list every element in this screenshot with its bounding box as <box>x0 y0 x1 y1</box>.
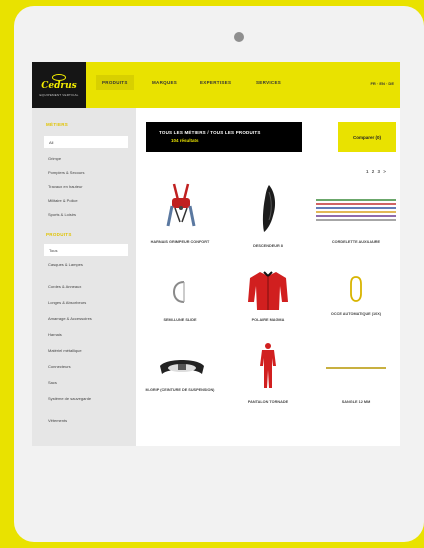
nav-produits[interactable]: PRODUITS <box>96 75 134 90</box>
product-name: CORDELETTE AUXILIAIRE <box>331 240 381 244</box>
results-breadcrumb: TOUS LES MÉTIERS / TOUS LES PRODUITS <box>159 130 261 135</box>
produit-filter-item[interactable]: Longes & Absorbeurs <box>48 300 128 306</box>
produits-heading: PRODUITS <box>46 232 72 237</box>
produit-filter-item[interactable]: Matériel métallique <box>48 348 128 354</box>
product-card[interactable]: POLAIRE MAGMA <box>224 262 312 342</box>
top-navigation: Cedrus EQUIPEMENT VERTICAL PRODUITS MARQ… <box>32 62 400 108</box>
strap-icon <box>326 367 386 369</box>
metiers-heading: MÉTIERS <box>46 122 69 127</box>
product-name: HARNAIS GRIMPEUR CONFORT <box>150 240 210 244</box>
harness-icon <box>166 183 196 227</box>
produit-filter-item[interactable]: Vêtements <box>48 418 128 424</box>
metier-filter-item[interactable]: Travaux en hauteur <box>48 184 128 190</box>
product-name: M-GRIP (CEINTURE DE SUSPENSION) <box>145 388 215 392</box>
metier-filter-item[interactable]: Pompiers & Secours <box>48 170 128 176</box>
compare-button[interactable]: Comparer (0) <box>338 122 396 152</box>
product-name: SEMI-LUNE SLIDE <box>163 318 197 322</box>
belt-icon <box>160 360 204 374</box>
nav-marques[interactable]: MARQUES <box>152 80 177 85</box>
carabiner-icon <box>350 276 362 302</box>
produit-filter-item[interactable]: Système de sauvegarde <box>48 396 128 402</box>
website-screen: Cedrus EQUIPEMENT VERTICAL PRODUITS MARQ… <box>32 62 400 446</box>
cord-bundle-icon <box>316 199 396 221</box>
camera-dot <box>234 32 244 42</box>
produit-filter-item[interactable]: Amarrage & Accessoires <box>48 316 128 322</box>
product-name: PANTALON TORNADE <box>247 400 289 404</box>
produit-filter-item[interactable]: Harnais <box>48 332 128 338</box>
product-name: OCCE AUTOMATIQUE (10X) <box>330 312 382 316</box>
product-card[interactable]: SANGLE 12 MM <box>312 342 400 422</box>
product-name: POLAIRE MAGMA <box>251 318 285 322</box>
results-banner: TOUS LES MÉTIERS / TOUS LES PRODUITS 104… <box>146 122 302 152</box>
product-card[interactable]: HARNAIS GRIMPEUR CONFORT <box>136 182 224 262</box>
metier-filter-item[interactable]: Sports & Loisirs <box>48 212 128 218</box>
produit-filter-item[interactable]: Connecteurs <box>48 364 128 370</box>
product-card[interactable]: PANTALON TORNADE <box>224 342 312 422</box>
metier-filter-all[interactable]: All <box>44 136 128 148</box>
brand-name: Cedrus <box>41 80 77 91</box>
product-card[interactable]: SEMI-LUNE SLIDE <box>136 262 224 342</box>
semi-moon-link-icon <box>172 281 185 303</box>
brand-logo[interactable]: Cedrus EQUIPEMENT VERTICAL <box>32 62 86 108</box>
language-switcher[interactable]: FR · EN · DE <box>370 81 394 86</box>
produit-filter-label: Tous <box>49 248 58 253</box>
product-card[interactable]: CORDELETTE AUXILIAIRE <box>312 182 400 262</box>
product-card[interactable]: OCCE AUTOMATIQUE (10X) <box>312 262 400 342</box>
product-name: SANGLE 12 MM <box>341 400 371 404</box>
results-count: 104 résultats <box>171 138 199 143</box>
produit-filter-item[interactable]: Sacs <box>48 380 128 386</box>
pagination[interactable]: 1 2 3 > <box>366 169 386 174</box>
filter-sidebar: MÉTIERS All Grimpe Pompiers & Secours Tr… <box>32 108 136 446</box>
metier-filter-item[interactable]: Militaire & Police <box>48 198 128 204</box>
metier-filter-item[interactable]: Grimpe <box>48 156 128 162</box>
nav-services[interactable]: SERVICES <box>256 80 281 85</box>
red-jacket-icon <box>248 271 288 310</box>
product-card[interactable]: DESCENDEUR 8 <box>224 182 312 262</box>
produit-filter-tous[interactable]: Tous <box>44 244 128 256</box>
descender-icon <box>262 185 276 232</box>
nav-expertises[interactable]: EXPERTISES <box>200 80 231 85</box>
logo-mark-icon <box>52 73 66 81</box>
metier-filter-label: All <box>49 140 54 145</box>
red-suit-icon <box>260 343 276 388</box>
produit-filter-item[interactable]: Casques & Lampes <box>48 262 128 268</box>
product-card[interactable]: M-GRIP (CEINTURE DE SUSPENSION) <box>136 342 224 422</box>
brand-tagline: EQUIPEMENT VERTICAL <box>39 92 79 97</box>
produit-filter-item[interactable]: Cordes & Anneaux <box>48 284 128 290</box>
product-name: DESCENDEUR 8 <box>253 244 283 248</box>
